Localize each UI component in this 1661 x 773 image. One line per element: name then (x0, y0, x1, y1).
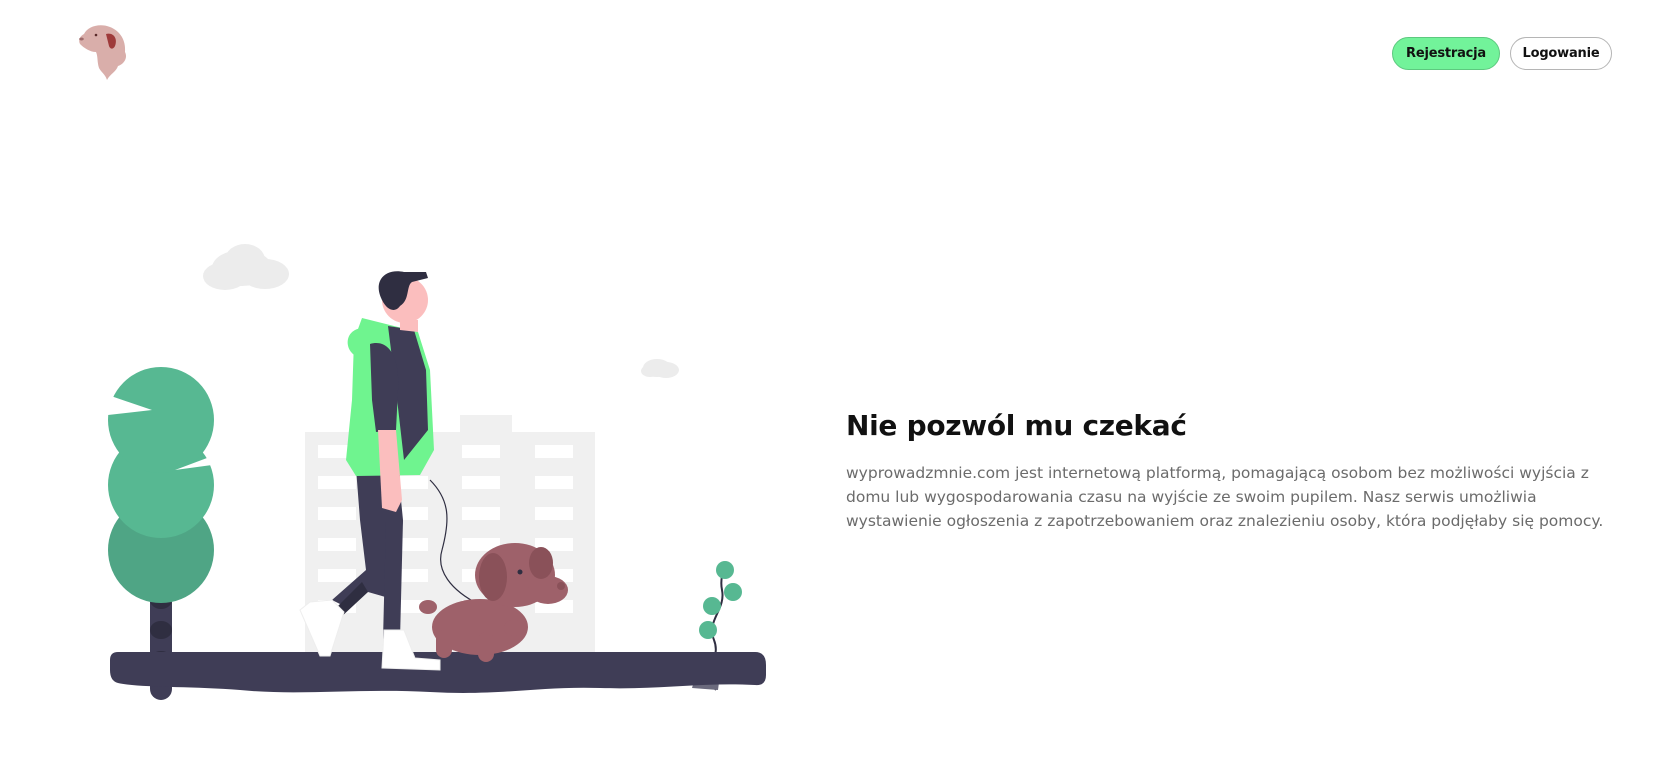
cloud-icon (203, 244, 289, 290)
login-button[interactable]: Logowanie (1510, 37, 1612, 70)
dog-logo-icon[interactable] (78, 22, 132, 82)
hero-title: Nie pozwól mu czekać (846, 409, 1187, 442)
hero-description: wyprowadzmnie.com jest internetową platf… (846, 464, 1604, 530)
register-button[interactable]: Rejestracja (1392, 37, 1500, 70)
header-nav: Rejestracja Logowanie (1392, 37, 1612, 70)
cloud-icon-small (641, 359, 679, 378)
hero-section: Nie pozwól mu czekać wyprowadzmnie.com j… (846, 409, 1616, 533)
tree-illustration (108, 367, 215, 700)
person-walking-dog-illustration (108, 244, 766, 700)
